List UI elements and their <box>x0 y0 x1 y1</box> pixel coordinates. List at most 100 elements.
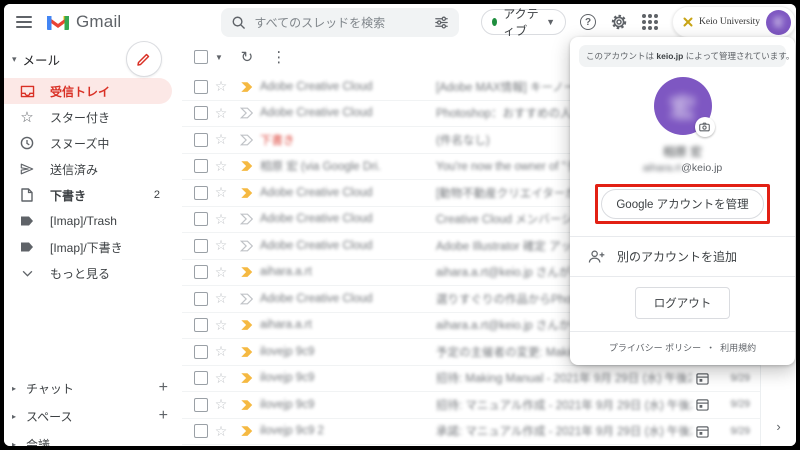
star-icon[interactable]: ☆ <box>208 343 234 360</box>
main-menu-icon[interactable] <box>4 16 44 28</box>
star-icon[interactable]: ☆ <box>208 264 234 281</box>
row-checkbox[interactable] <box>194 424 208 438</box>
privacy-policy-link[interactable]: プライバシー ポリシー <box>609 341 701 354</box>
star-icon[interactable]: ☆ <box>208 423 234 440</box>
help-button[interactable]: ? <box>580 11 596 33</box>
star-icon[interactable]: ☆ <box>208 131 234 148</box>
row-checkbox[interactable] <box>194 133 208 147</box>
mail-section-collapse-icon[interactable]: ▾ <box>12 54 17 65</box>
select-dropdown-icon[interactable]: ▼ <box>215 53 223 62</box>
expand-triangle-icon[interactable]: ▸ <box>12 412 26 421</box>
account-pill[interactable]: Keio University 宏 <box>672 6 796 38</box>
search-icon[interactable] <box>231 15 246 30</box>
search-bar[interactable]: すべてのスレッドを検索 <box>221 8 459 37</box>
sidebar-item-imap下書き[interactable]: [Imap]/下書き <box>4 234 172 260</box>
sidebar-section-会議[interactable]: ▸ 会議 <box>4 430 182 446</box>
importance-marker-icon[interactable] <box>234 346 260 358</box>
star-icon[interactable]: ☆ <box>208 184 234 201</box>
importance-marker-icon[interactable] <box>234 319 260 331</box>
sidebar-section-チャット[interactable]: ▸ チャット + <box>4 374 182 402</box>
clock-icon <box>18 134 36 152</box>
avatar[interactable]: 宏 <box>766 10 791 35</box>
chevron-down-icon: ▼ <box>546 17 555 27</box>
star-icon[interactable]: ☆ <box>208 211 234 228</box>
star-icon[interactable]: ☆ <box>208 237 234 254</box>
expand-triangle-icon[interactable]: ▸ <box>12 384 26 393</box>
email-subject: 招待: マニュアル作成 - 2021年 9月 29日 (水) 午後2時 ~ 午後… <box>436 397 692 413</box>
row-checkbox[interactable] <box>194 159 208 173</box>
row-checkbox[interactable] <box>194 371 208 385</box>
sidebar-item-送信済み[interactable]: 送信済み <box>4 156 172 182</box>
compose-button[interactable] <box>126 41 162 77</box>
search-placeholder[interactable]: すべてのスレッドを検索 <box>254 14 426 31</box>
logout-button[interactable]: ログアウト <box>635 287 731 319</box>
sidebar-item-受信トレイ[interactable]: 受信トレイ <box>4 78 172 104</box>
row-checkbox[interactable] <box>194 80 208 94</box>
row-checkbox[interactable] <box>194 106 208 120</box>
settings-gear-icon[interactable] <box>610 11 628 33</box>
sidebar-item-下書き[interactable]: 下書き 2 <box>4 182 172 208</box>
importance-marker-icon[interactable] <box>234 372 260 384</box>
star-icon[interactable]: ☆ <box>208 105 234 122</box>
more-options-icon[interactable]: ⋮ <box>265 43 293 71</box>
screenshot-frame: Gmail すべてのスレッドを検索 アクティブ ▼ ? Keio Univers… <box>0 0 800 450</box>
row-checkbox[interactable] <box>194 318 208 332</box>
expand-triangle-icon[interactable]: ▸ <box>12 440 26 447</box>
sidebar-item-もっと見る[interactable]: もっと見る <box>4 260 172 286</box>
refresh-icon[interactable]: ↻ <box>233 43 261 71</box>
importance-marker-icon[interactable] <box>234 160 260 172</box>
email-sender: ilovejp 9c9 <box>260 372 436 384</box>
star-icon[interactable]: ☆ <box>208 290 234 307</box>
email-row[interactable]: ☆ ilovejp 9c9 2 承諾: マニュアル作成 - 2021年 9月 2… <box>182 419 760 446</box>
email-subject: 承諾: マニュアル作成 - 2021年 9月 29日 (水) 午後2時 ~ 午後… <box>436 423 692 439</box>
importance-marker-icon[interactable] <box>234 293 260 305</box>
row-checkbox[interactable] <box>194 345 208 359</box>
star-icon[interactable]: ☆ <box>208 158 234 175</box>
item-count: 2 <box>154 189 160 201</box>
star-icon[interactable]: ☆ <box>208 396 234 413</box>
importance-marker-icon[interactable] <box>234 81 260 93</box>
row-checkbox[interactable] <box>194 292 208 306</box>
add-icon[interactable]: + <box>159 407 168 425</box>
search-options-icon[interactable] <box>434 15 449 30</box>
row-checkbox[interactable] <box>194 398 208 412</box>
star-icon[interactable]: ☆ <box>208 370 234 387</box>
apps-grid-icon[interactable] <box>642 11 658 33</box>
importance-marker-icon[interactable] <box>234 213 260 225</box>
add-account-item[interactable]: 別のアカウントを追加 <box>570 237 795 276</box>
importance-marker-icon[interactable] <box>234 240 260 252</box>
email-row[interactable]: ☆ ilovejp 9c9 招待: マニュアル作成 - 2021年 9月 29日… <box>182 392 760 419</box>
app-title: Gmail <box>76 12 121 32</box>
importance-marker-icon[interactable] <box>234 107 260 119</box>
managed-account-notice: このアカウントは keio.jp によって管理されています。詳細 <box>579 45 786 67</box>
importance-marker-icon[interactable] <box>234 266 260 278</box>
row-checkbox[interactable] <box>194 186 208 200</box>
sidebar-section-スペース[interactable]: ▸ スペース + <box>4 402 182 430</box>
select-all-checkbox[interactable] <box>194 50 208 64</box>
row-checkbox[interactable] <box>194 239 208 253</box>
status-chip[interactable]: アクティブ ▼ <box>481 9 566 35</box>
row-checkbox[interactable] <box>194 265 208 279</box>
calendar-attachment-icon <box>692 372 712 385</box>
importance-marker-icon[interactable] <box>234 399 260 411</box>
importance-marker-icon[interactable] <box>234 187 260 199</box>
change-photo-camera-icon[interactable] <box>695 117 715 137</box>
importance-marker-icon[interactable] <box>234 425 260 437</box>
email-row[interactable]: ☆ ilovejp 9c9 招待: Making Manual - 2021年 … <box>182 366 760 393</box>
show-side-panel-icon[interactable]: › <box>776 419 780 434</box>
email-date: 9/29 <box>712 426 754 437</box>
sidebar-item-スター付き[interactable]: ☆ スター付き <box>4 104 172 130</box>
manage-google-account-button[interactable]: Google アカウントを管理 <box>601 189 763 219</box>
sidebar-item-imaptrash[interactable]: [Imap]/Trash <box>4 208 172 234</box>
importance-marker-icon[interactable] <box>234 134 260 146</box>
inbox-icon <box>18 82 36 100</box>
add-icon[interactable]: + <box>159 379 168 397</box>
email-sender: Adobe Creative Cloud <box>260 81 436 93</box>
sidebar-item-スヌーズ中[interactable]: スヌーズ中 <box>4 130 172 156</box>
row-checkbox[interactable] <box>194 212 208 226</box>
draft-icon <box>18 186 36 204</box>
star-icon[interactable]: ☆ <box>208 317 234 334</box>
email-date: 9/29 <box>712 399 754 410</box>
terms-link[interactable]: 利用規約 <box>720 341 756 354</box>
star-icon[interactable]: ☆ <box>208 78 234 95</box>
